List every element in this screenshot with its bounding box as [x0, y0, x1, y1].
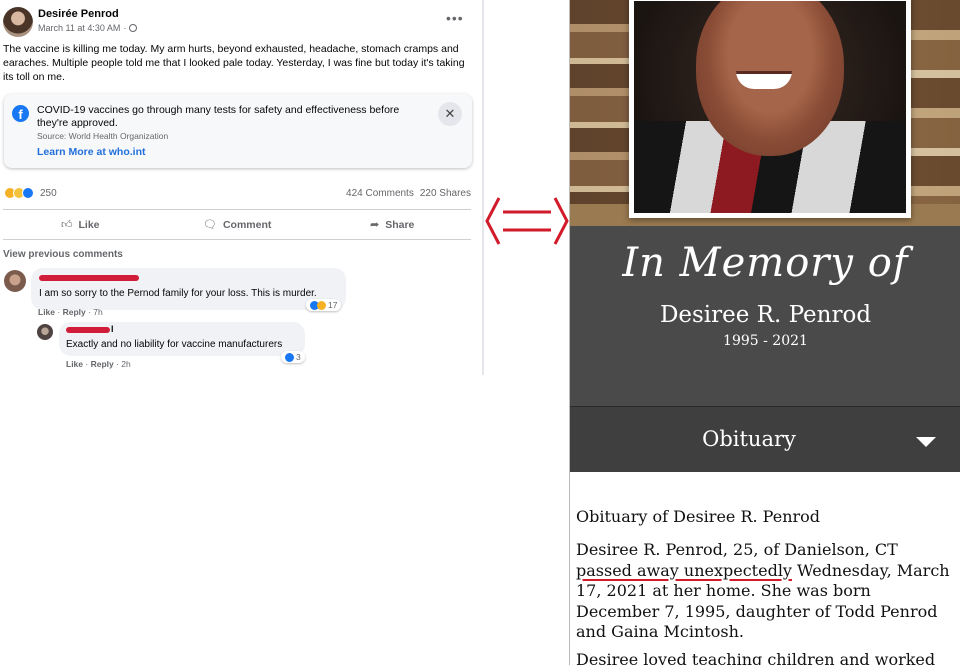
obituary-page: In Memory of Desiree R. Penrod 1995 - 20… — [569, 0, 960, 665]
facebook-icon: f — [12, 105, 29, 122]
facebook-post: Desirée Penrod March 11 at 4:30 AM · •••… — [0, 0, 484, 375]
close-icon[interactable]: ✕ — [438, 102, 462, 126]
portrait-photo — [634, 1, 906, 213]
share-label: Share — [385, 218, 415, 231]
covid-info-source: Source: World Health Organization — [37, 131, 169, 141]
reply-like-link[interactable]: Like — [66, 359, 83, 369]
reply-reaction-count: 3 — [296, 352, 301, 362]
comment-button[interactable]: 🗨︎ Comment — [203, 218, 272, 232]
reply-reply-link[interactable]: Reply — [91, 359, 114, 369]
obituary-body-continued: Desiree loved teaching children and work… — [576, 650, 936, 665]
post-author[interactable]: Desirée Penrod — [38, 8, 119, 20]
deceased-name: Desiree R. Penrod — [659, 302, 872, 328]
reply-bubble: l Exactly and no liability for vaccine m… — [59, 322, 305, 356]
reply-text: Exactly and no liability for vaccine man… — [66, 339, 283, 350]
shares-count[interactable]: 220 Shares — [420, 188, 471, 199]
like-label: Like — [78, 218, 100, 231]
post-meta: March 11 at 4:30 AM · — [38, 23, 138, 33]
obituary-body-start: Desiree R. Penrod, 25, of Danielson, CT — [576, 540, 898, 559]
comment-actions: Like · Reply · 7h — [38, 307, 103, 317]
reply-age: 2h — [121, 359, 131, 369]
comment-text: I am so sorry to the Pernod family for y… — [39, 288, 317, 299]
thumbs-up-icon: 👍︎ — [61, 219, 73, 231]
caret-down-icon[interactable] — [916, 437, 936, 447]
globe-icon — [129, 24, 138, 32]
obituary-heading: Obituary of Desiree R. Penrod — [576, 507, 821, 526]
comment-like-link[interactable]: Like — [38, 307, 55, 317]
comment-age: 7h — [93, 307, 103, 317]
bookshelf-left — [570, 0, 632, 210]
like-reaction-icon — [22, 187, 34, 199]
replier-avatar[interactable] — [37, 324, 53, 340]
reaction-summary[interactable]: 250 — [4, 187, 57, 199]
post-action-bar: 👍︎ Like 🗨︎ Comment ➦ Share — [3, 209, 471, 240]
view-previous-comments-link[interactable]: View previous comments — [3, 249, 123, 260]
comments-count[interactable]: 424 Comments — [346, 188, 414, 199]
reply-reactions[interactable]: 3 — [281, 351, 305, 363]
life-years: 1995 - 2021 — [723, 333, 808, 349]
bookshelf-right — [911, 0, 960, 210]
obituary-body: Desiree R. Penrod, 25, of Danielson, CT … — [576, 540, 956, 643]
memorial-title: In Memory of — [622, 240, 909, 286]
like-reaction-icon — [285, 352, 294, 362]
comment-reply-link[interactable]: Reply — [63, 307, 86, 317]
covid-info-text: COVID-19 vaccines go through many tests … — [37, 104, 400, 129]
reaction-count: 250 — [40, 187, 57, 199]
hero-banner — [570, 0, 960, 226]
obituary-section-label: Obituary — [702, 427, 796, 451]
memorial-band: In Memory of Desiree R. Penrod 1995 - 20… — [570, 226, 960, 406]
reply-name-fragment: l — [111, 324, 114, 334]
author-avatar[interactable] — [3, 7, 33, 37]
redacted-replier-name — [66, 327, 110, 333]
sad-reaction-icon — [317, 300, 326, 310]
redacted-commenter-name — [39, 275, 139, 281]
share-button[interactable]: ➦ Share — [370, 218, 415, 232]
double-arrow-icon — [485, 197, 569, 245]
engagement-counts: 424 Comments 220 Shares — [346, 188, 471, 199]
comment-bubble: I am so sorry to the Pernod family for y… — [31, 268, 346, 310]
comment-icon: 🗨︎ — [203, 219, 217, 231]
learn-more-link[interactable]: Learn More at who.int — [37, 146, 146, 158]
divider — [482, 0, 484, 375]
underlined-phrase: passed away unexpectedly — [576, 560, 792, 580]
comment-label: Comment — [222, 218, 272, 231]
comment-reactions[interactable]: 17 — [306, 299, 342, 311]
comment-reaction-count: 17 — [328, 300, 338, 310]
portrait-frame — [629, 0, 911, 218]
share-icon: ➦ — [370, 219, 380, 231]
covid-info-box: f COVID-19 vaccines go through many test… — [4, 94, 472, 168]
more-options-icon[interactable]: ••• — [446, 10, 464, 26]
obituary-section-toggle[interactable]: Obituary — [570, 406, 960, 472]
post-text: The vaccine is killing me today. My arm … — [3, 43, 465, 83]
commenter-avatar[interactable] — [4, 270, 26, 292]
reply-actions: Like · Reply · 2h — [66, 359, 131, 369]
post-timestamp[interactable]: March 11 at 4:30 AM — [38, 23, 120, 33]
like-button[interactable]: 👍︎ Like — [61, 218, 100, 232]
